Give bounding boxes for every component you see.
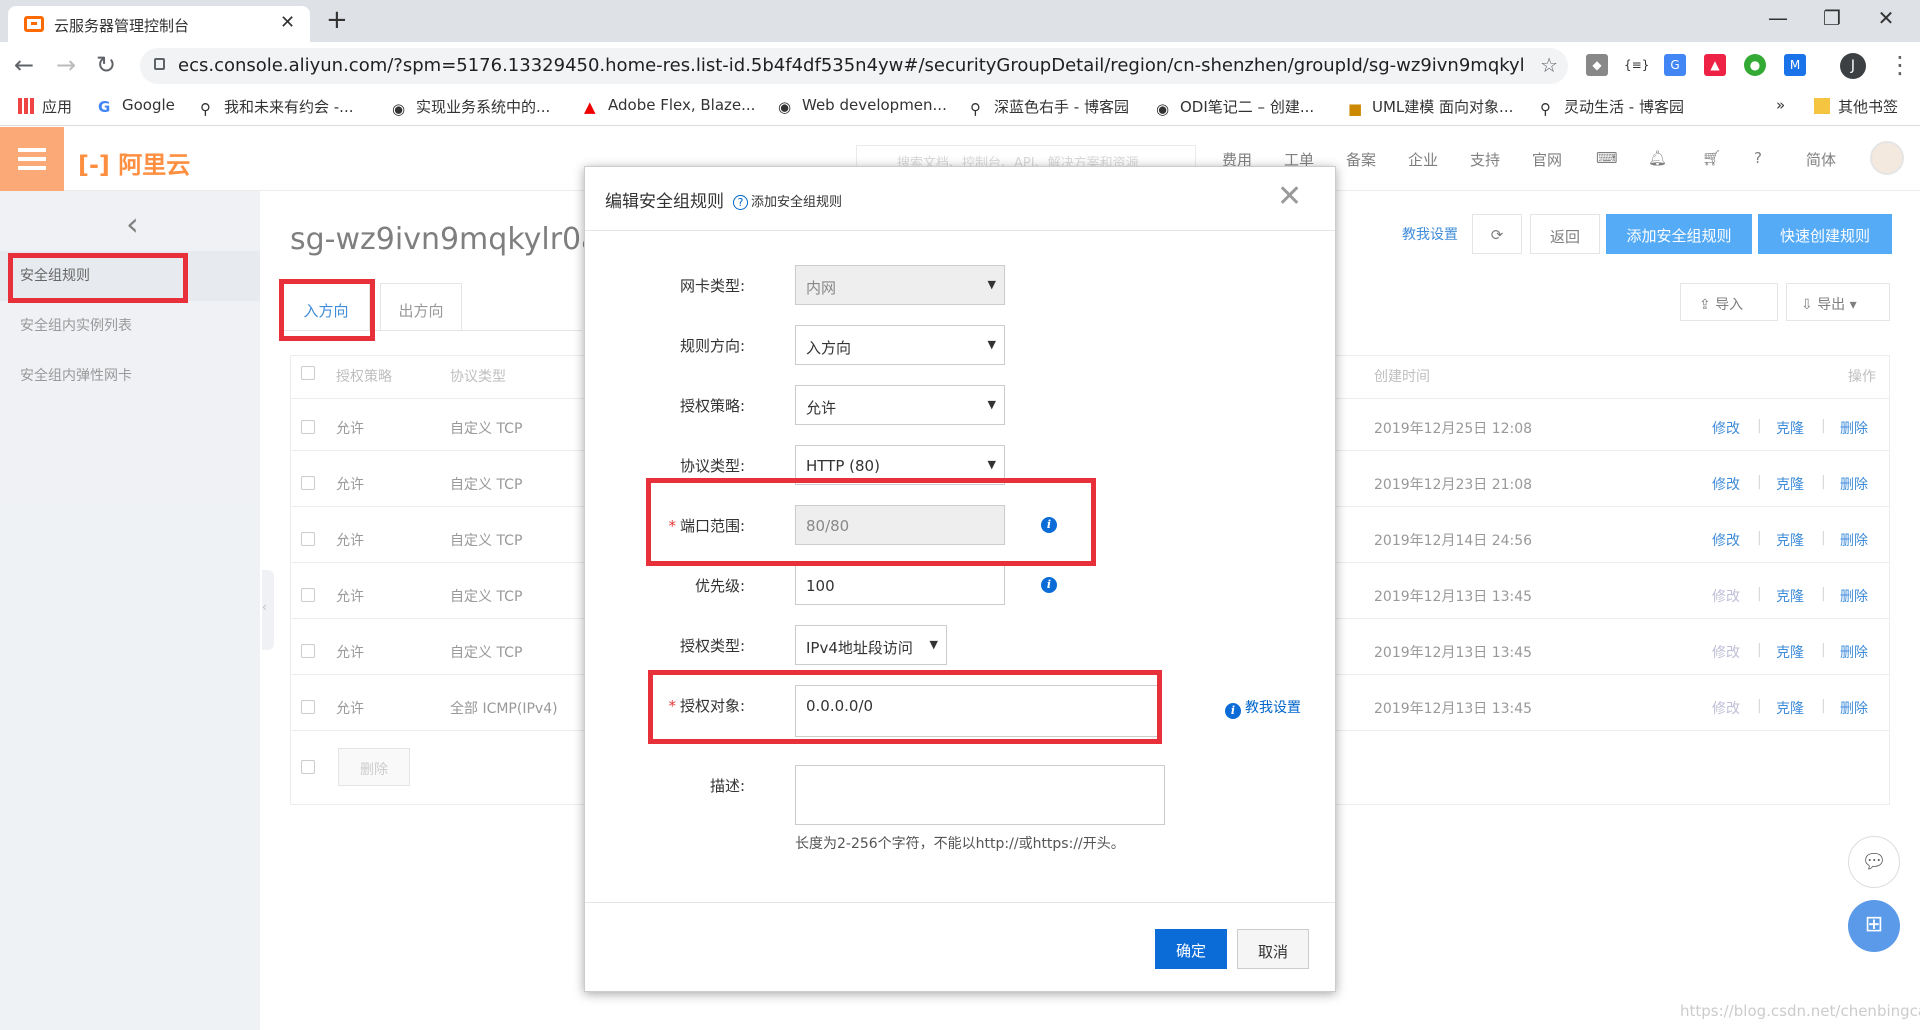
dialog-footer-divider: [585, 902, 1335, 903]
chat-icon[interactable]: 💬︎: [1848, 836, 1900, 888]
chevron-down-icon: ▼: [987, 458, 996, 471]
protocol-label: 协议类型:: [679, 457, 745, 475]
new-tab-icon[interactable]: +: [326, 5, 348, 35]
auth-type-label: 授权类型:: [679, 637, 745, 655]
bookmark-google[interactable]: G Google: [98, 96, 175, 116]
restore-icon[interactable]: ❐: [1812, 6, 1852, 30]
auth-type-select[interactable]: IPv4地址段访问 ▼: [795, 625, 947, 665]
folder-icon: [1814, 98, 1830, 114]
edit-rule-dialog: 编辑安全组规则 ? 添加安全组规则 ✕ 网卡类型: 内网 ▼ 规则方向: 入方向 ▼ …: [584, 166, 1336, 992]
other-bookmarks[interactable]: 其他书签: [1814, 96, 1898, 117]
policy-select[interactable]: 允许 ▼: [795, 385, 1005, 425]
apps-float-icon[interactable]: ⊞: [1848, 900, 1900, 952]
info-icon: i: [1225, 703, 1241, 719]
window-close-icon[interactable]: ✕: [1866, 6, 1906, 30]
pdf-icon[interactable]: ▲: [1704, 54, 1726, 76]
lock-icon: [154, 58, 165, 70]
chevron-down-icon: ▼: [987, 278, 996, 291]
url-text[interactable]: ecs.console.aliyun.com/?spm=5176.1332945…: [178, 55, 1523, 76]
translate-icon[interactable]: G: [1664, 54, 1686, 76]
watermark: https://blog.csdn.net/chenbingcai: [1680, 1002, 1920, 1020]
bookmark-item[interactable]: ⚲ 灵动生活 - 博客园: [1540, 96, 1684, 118]
annotation-box-inbound-tab: [279, 279, 375, 341]
extension-green-icon[interactable]: ●: [1744, 54, 1766, 76]
dialog-close-icon[interactable]: ✕: [1277, 179, 1302, 214]
uml-icon: ■: [1348, 100, 1363, 118]
bookmarks-bar: 应用 G Google ⚲ 我和未来有约会 -... ◉ 实现业务系统中的... ▲ A…: [0, 88, 1920, 126]
priority-input[interactable]: 100: [795, 565, 1005, 605]
aliyun-favicon-icon: [24, 16, 44, 32]
policy-label: 授权策略:: [679, 397, 745, 415]
bookmark-icon: ⚲: [970, 100, 981, 118]
description-textarea[interactable]: [795, 765, 1165, 825]
bookmarks-more[interactable]: »: [1776, 96, 1785, 114]
back-arrow-icon[interactable]: ←: [14, 51, 34, 79]
omnibox[interactable]: ecs.console.aliyun.com/?spm=5176.1332945…: [140, 48, 1568, 84]
extension-m-icon[interactable]: M: [1784, 54, 1806, 76]
close-tab-icon[interactable]: ✕: [280, 12, 295, 33]
auth-object-teach-link[interactable]: i 教我设置: [1225, 697, 1301, 719]
bookmark-apps[interactable]: 应用: [18, 96, 72, 117]
globe-icon: ◉: [1156, 100, 1170, 118]
chevron-down-icon: ▼: [987, 398, 996, 411]
bookmark-item[interactable]: ▲ Adobe Flex, Blaze...: [584, 96, 755, 116]
annotation-box-port-range: [646, 478, 1096, 566]
dialog-header: 编辑安全组规则 ? 添加安全组规则 ✕: [585, 167, 1335, 231]
reload-icon[interactable]: ↻: [96, 51, 116, 79]
description-label: 描述:: [709, 777, 745, 795]
google-icon: G: [98, 98, 111, 116]
bookmark-item[interactable]: ⚲ 我和未来有约会 -...: [200, 96, 354, 118]
priority-label: 优先级:: [694, 577, 745, 595]
chevron-down-icon: ▼: [987, 338, 996, 351]
profile-avatar[interactable]: J: [1840, 53, 1866, 79]
bookmark-icon: ⚲: [1540, 100, 1551, 118]
bookmark-item[interactable]: ■ UML建模 面向对象...: [1348, 96, 1513, 118]
globe-icon: ◉: [778, 98, 792, 116]
add-rule-help-link[interactable]: ? 添加安全组规则: [733, 191, 842, 210]
nic-type-select[interactable]: 内网 ▼: [795, 265, 1005, 305]
extension-json-icon[interactable]: {≡}: [1624, 54, 1649, 76]
globe-icon: ◉: [392, 100, 406, 118]
apps-grid-icon: [18, 98, 34, 114]
address-bar-row: ← → ↻ ecs.console.aliyun.com/?spm=5176.1…: [0, 42, 1920, 88]
bookmark-item[interactable]: ⚲ 深蓝色右手 - 博客园: [970, 96, 1129, 118]
chevron-down-icon: ▼: [929, 638, 938, 651]
forward-arrow-icon[interactable]: →: [56, 51, 76, 79]
menu-dots-icon[interactable]: ⋮: [1888, 51, 1912, 79]
confirm-button[interactable]: 确定: [1155, 929, 1227, 969]
bookmark-star-icon[interactable]: ☆: [1540, 53, 1558, 77]
tab-title: 云服务器管理控制台: [54, 17, 190, 35]
minimize-icon[interactable]: —: [1758, 6, 1798, 30]
annotation-box-auth-object: [648, 670, 1162, 744]
direction-label: 规则方向:: [679, 337, 745, 355]
info-icon[interactable]: i: [1041, 577, 1057, 593]
bookmark-item[interactable]: ◉ ODI笔记二 – 创建...: [1156, 96, 1314, 118]
bookmark-item[interactable]: ◉ Web developmen...: [778, 96, 947, 116]
direction-select[interactable]: 入方向 ▼: [795, 325, 1005, 365]
browser-tab[interactable]: 云服务器管理控制台 ✕: [8, 6, 310, 42]
browser-tab-bar: 云服务器管理控制台 ✕ + — ❐ ✕: [0, 0, 1920, 42]
bookmark-icon: ⚲: [200, 100, 211, 118]
annotation-box-sidebar: [8, 253, 188, 303]
extension-shield-icon[interactable]: ◆: [1586, 54, 1608, 76]
adobe-icon: ▲: [584, 98, 596, 116]
bookmark-item[interactable]: ◉ 实现业务系统中的...: [392, 96, 550, 118]
cancel-button[interactable]: 取消: [1237, 929, 1309, 969]
dialog-title: 编辑安全组规则: [605, 192, 724, 212]
description-hint: 长度为2-256个字符，不能以http://或https://开头。: [795, 836, 1125, 852]
nic-type-label: 网卡类型:: [679, 277, 745, 295]
question-icon: ?: [733, 195, 748, 210]
